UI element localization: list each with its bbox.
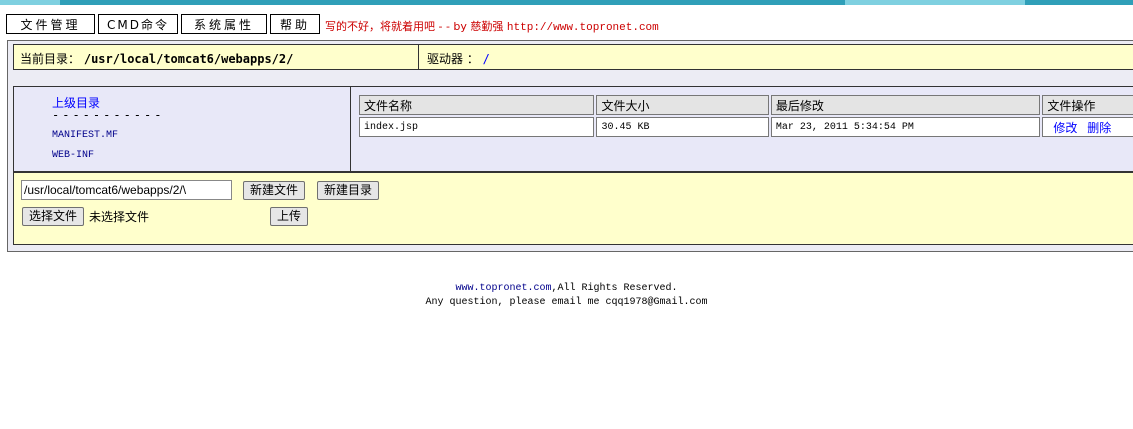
current-directory-bar: 当前目录： /usr/local/tomcat6/webapps/2/ 驱动器 …	[13, 44, 1133, 70]
directory-entry-web-inf[interactable]: WEB-INF	[52, 150, 94, 161]
new-file-button[interactable]: 新建文件	[243, 181, 306, 200]
top-accent-bar	[0, 0, 1133, 5]
directory-entry-manifest[interactable]: MANIFEST.MF	[52, 130, 118, 141]
footer-rights: ,All Rights Reserved.	[551, 283, 678, 294]
slogan-url: http://www.topronet.com	[506, 22, 659, 34]
slogan-text: 写的不好，将就着用吧 - - by 慈勤强	[325, 20, 504, 33]
no-file-chosen-text: 未选择文件	[89, 210, 150, 224]
menu-help[interactable]: 帮助	[270, 14, 320, 34]
file-table: 文件名称 文件大小 最后修改 文件操作 index.jsp 30.45 KB M…	[357, 93, 1133, 139]
file-actions: 修改 删除	[1042, 117, 1133, 137]
file-browser: 上级目录 ----------- MANIFEST.MF WEB-INF 文件名…	[13, 86, 1133, 172]
footer-site-link[interactable]: www.topronet.com	[455, 283, 551, 294]
footer-contact: Any question, please email me cqq1978@Gm…	[425, 297, 708, 308]
column-header-modified: 最后修改	[770, 95, 1041, 115]
delete-file-link[interactable]: 删除	[1087, 121, 1111, 135]
current-directory: 当前目录： /usr/local/tomcat6/webapps/2/	[20, 50, 293, 67]
menu-cmd[interactable]: CMD命令	[98, 14, 178, 34]
current-directory-label: 当前目录：	[20, 52, 81, 66]
new-directory-button[interactable]: 新建目录	[317, 181, 380, 200]
top-bar-highlight-right	[845, 0, 1025, 5]
new-path-input[interactable]	[21, 180, 232, 200]
drive-link-root[interactable]: /	[483, 52, 490, 66]
choose-file-button[interactable]: 选择文件	[22, 207, 85, 226]
column-header-size: 文件大小	[596, 95, 769, 115]
drive-label: 驱动器 ：	[427, 52, 479, 66]
edit-file-link[interactable]: 修改	[1053, 121, 1077, 135]
column-header-name: 文件名称	[359, 95, 595, 115]
directory-pane: 上级目录 ----------- MANIFEST.MF WEB-INF	[14, 87, 351, 171]
directory-divider: -----------	[52, 108, 165, 122]
footer-rights-line: www.topronet.com,All Rights Reserved.	[0, 282, 1133, 296]
upload-panel: 新建文件 新建目录 选择文件 未选择文件 上传	[13, 172, 1133, 245]
menu-file-manager[interactable]: 文件管理	[6, 14, 95, 34]
table-row: index.jsp 30.45 KB Mar 23, 2011 5:34:54 …	[359, 117, 1133, 137]
file-table-header-row: 文件名称 文件大小 最后修改 文件操作	[359, 95, 1133, 115]
upload-button[interactable]: 上传	[270, 207, 309, 226]
slogan: 写的不好，将就着用吧 - - by 慈勤强 http://www.toprone…	[325, 18, 659, 34]
file-size: 30.45 KB	[596, 117, 769, 137]
file-name: index.jsp	[359, 117, 595, 137]
column-header-actions: 文件操作	[1042, 95, 1133, 115]
file-modified: Mar 23, 2011 5:34:54 PM	[770, 117, 1041, 137]
top-bar-highlight-left	[0, 0, 60, 5]
current-directory-path: /usr/local/tomcat6/webapps/2/	[83, 52, 294, 66]
drive-selector: 驱动器 ： /	[427, 50, 490, 67]
menu-system-properties[interactable]: 系统属性	[181, 14, 267, 34]
footer: www.topronet.com,All Rights Reserved. An…	[0, 282, 1133, 310]
pathbar-divider	[418, 45, 419, 69]
